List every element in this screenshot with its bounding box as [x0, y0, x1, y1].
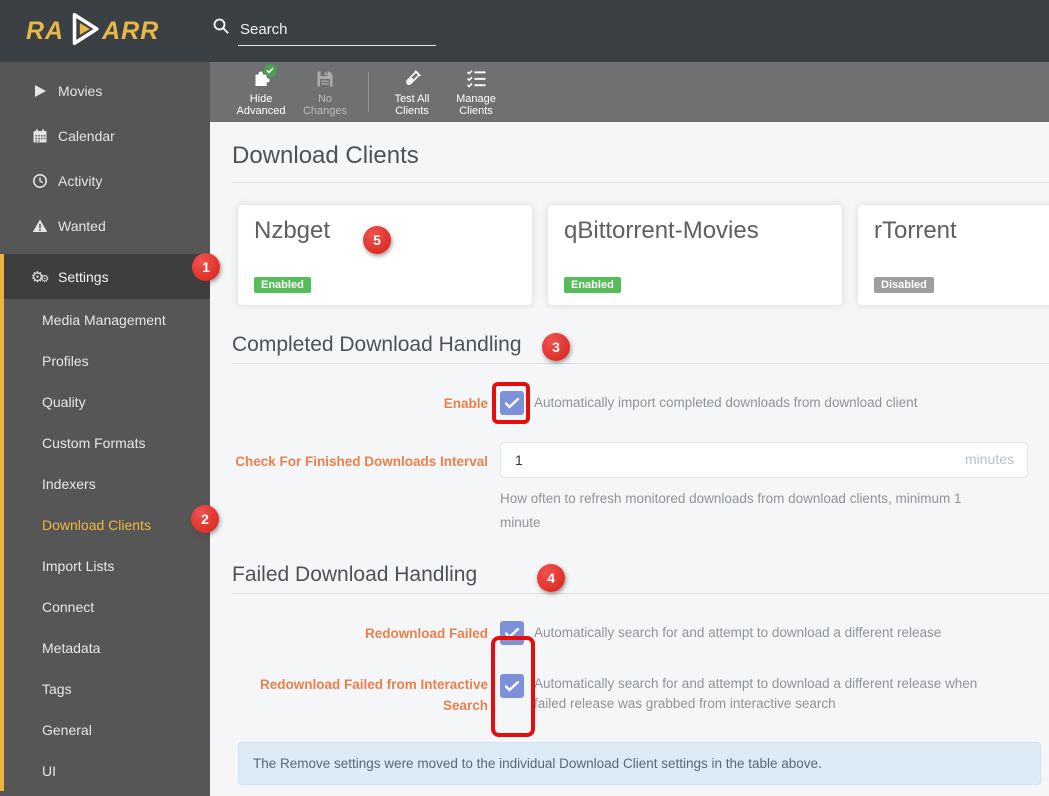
redownload-failed-row: Redownload Failed Automatically search f…: [232, 621, 1049, 645]
sidebar-item-calendar[interactable]: Calendar: [0, 113, 210, 158]
settings-content: Download Clients Nzbget Enabled qBittorr…: [210, 122, 1049, 796]
client-card-qbittorrent-movies[interactable]: qBittorrent-Movies Enabled: [548, 205, 842, 305]
no-changes-button[interactable]: No Changes: [296, 68, 354, 117]
sidebar-subitem-connect[interactable]: Connect: [4, 586, 210, 627]
task-list-icon: [466, 68, 486, 90]
status-badge: Enabled: [564, 277, 621, 293]
sidebar-subitem-metadata[interactable]: Metadata: [4, 627, 210, 668]
annotation-circle-3: 3: [542, 333, 570, 361]
enable-row: Enable Automatically import completed do…: [232, 382, 1049, 424]
logo-text-right: ARR: [102, 16, 160, 45]
client-name: rTorrent: [874, 217, 957, 244]
sidebar-item-label: Movies: [58, 82, 103, 99]
status-badge: Disabled: [874, 277, 934, 293]
sidebar-subitem-profiles[interactable]: Profiles: [4, 340, 210, 381]
interval-help-text: How often to refresh monitored downloads…: [500, 491, 962, 530]
failed-download-handling-header: Failed Download Handling: [232, 563, 1049, 594]
gears-icon: ⚙ ⚙: [30, 268, 50, 286]
sidebar-item-wanted[interactable]: Wanted: [0, 203, 210, 248]
sidebar-item-settings[interactable]: ⚙ ⚙ Settings: [4, 254, 210, 299]
test-tube-icon: [402, 68, 422, 90]
annotation-circle-5: 5: [363, 226, 391, 254]
toolbar-button-label: Hide Advanced: [236, 92, 286, 117]
redownload-interactive-control: Automatically search for and attempt to …: [500, 674, 1000, 714]
sidebar-item-label: Wanted: [58, 217, 106, 234]
toolbar-button-label: No Changes: [302, 92, 348, 117]
green-check-icon: [263, 63, 277, 77]
global-search: [212, 17, 436, 46]
failed-rows: Redownload Failed Automatically search f…: [232, 621, 1049, 737]
search-input[interactable]: [238, 18, 436, 46]
toolbar-button-label: Test All Clients: [394, 92, 430, 117]
annotation-circle-2: 2: [191, 505, 219, 533]
sidebar-subitem-tags[interactable]: Tags: [4, 668, 210, 709]
sidebar-item-movies[interactable]: Movies: [0, 68, 210, 113]
sidebar-subitem-indexers[interactable]: Indexers: [4, 463, 210, 504]
manage-clients-button[interactable]: Manage Clients: [447, 68, 505, 117]
enable-label: Enable: [443, 395, 488, 411]
sidebar-subitem-media-management[interactable]: Media Management: [4, 299, 210, 340]
puzzle-check-icon: [251, 63, 277, 90]
page-toolbar: Hide Advanced No Changes Test All Client…: [210, 62, 1049, 122]
toolbar-separator: [368, 72, 369, 112]
page-header: Download Clients: [232, 122, 1049, 183]
hide-advanced-button[interactable]: Hide Advanced: [232, 63, 290, 117]
completed-download-handling-header: Completed Download Handling: [232, 333, 1049, 364]
interval-label: Check For Finished Downloads Interval: [235, 454, 488, 469]
interval-input[interactable]: [500, 442, 1028, 478]
radarr-app: RA ARR Movies Calendar: [0, 0, 1049, 796]
page-title: Download Clients: [232, 142, 419, 169]
redownload-failed-help-text: Automatically search for and attempt to …: [534, 625, 942, 640]
interval-row: Check For Finished Downloads Interval mi…: [232, 442, 1049, 535]
play-icon: [28, 84, 52, 98]
client-card-nzbget[interactable]: Nzbget Enabled: [238, 205, 532, 305]
sidebar-subitem-general[interactable]: General: [4, 709, 210, 750]
sidebar-subitem-quality[interactable]: Quality: [4, 381, 210, 422]
enable-checkbox[interactable]: [492, 382, 530, 424]
redownload-failed-checkbox[interactable]: [500, 621, 524, 645]
sidebar-item-activity[interactable]: Activity: [0, 158, 210, 203]
redownload-interactive-checkbox[interactable]: [500, 674, 524, 698]
save-icon: [315, 68, 335, 90]
enable-help-text: Automatically import completed downloads…: [534, 395, 918, 410]
radarr-logo[interactable]: RA ARR: [26, 11, 184, 52]
sidebar-item-label: Activity: [58, 172, 103, 189]
interval-unit: minutes: [964, 451, 1014, 467]
clock-icon: [28, 173, 52, 189]
toolbar-button-label: Manage Clients: [456, 92, 496, 117]
calendar-icon: [28, 128, 52, 144]
settings-group: ⚙ ⚙ Settings Media Management Profiles Qu…: [0, 254, 210, 791]
search-icon: [212, 17, 230, 40]
sidebar-item-label: Settings: [58, 268, 109, 285]
redownload-failed-label: Redownload Failed: [364, 625, 488, 641]
sidebar: Movies Calendar Activity Wanted ⚙ ⚙ Setti…: [0, 62, 210, 796]
redownload-interactive-help-text: Automatically search for and attempt to …: [534, 676, 978, 711]
sidebar-subitem-custom-formats[interactable]: Custom Formats: [4, 422, 210, 463]
annotation-circle-4: 4: [537, 564, 565, 592]
info-banner: The Remove settings were moved to the in…: [238, 742, 1041, 785]
top-bar: RA ARR: [0, 0, 1049, 62]
sidebar-subitem-import-lists[interactable]: Import Lists: [4, 545, 210, 586]
redownload-interactive-row: Redownload Failed from Interactive Searc…: [232, 674, 1049, 716]
enable-control: Automatically import completed downloads…: [492, 382, 918, 424]
client-name: qBittorrent-Movies: [564, 217, 759, 244]
annotation-circle-1: 1: [192, 253, 220, 281]
redownload-failed-control: Automatically search for and attempt to …: [500, 621, 941, 645]
sidebar-subitem-ui[interactable]: UI: [4, 750, 210, 791]
sidebar-item-label: Calendar: [58, 127, 115, 144]
warning-icon: [28, 218, 52, 234]
download-client-cards: Nzbget Enabled qBittorrent-Movies Enable…: [238, 205, 1049, 305]
logo-text-left: RA: [26, 16, 65, 45]
sidebar-subitem-download-clients[interactable]: Download Clients: [4, 504, 210, 545]
client-card-rtorrent[interactable]: rTorrent Disabled: [858, 205, 1049, 305]
interval-control: minutes How often to refresh monitored d…: [500, 442, 1028, 535]
status-badge: Enabled: [254, 277, 311, 293]
play-logo-icon: [65, 11, 101, 52]
redownload-interactive-label: Redownload Failed from Interactive Searc…: [259, 677, 488, 713]
test-all-clients-button[interactable]: Test All Clients: [383, 68, 441, 117]
